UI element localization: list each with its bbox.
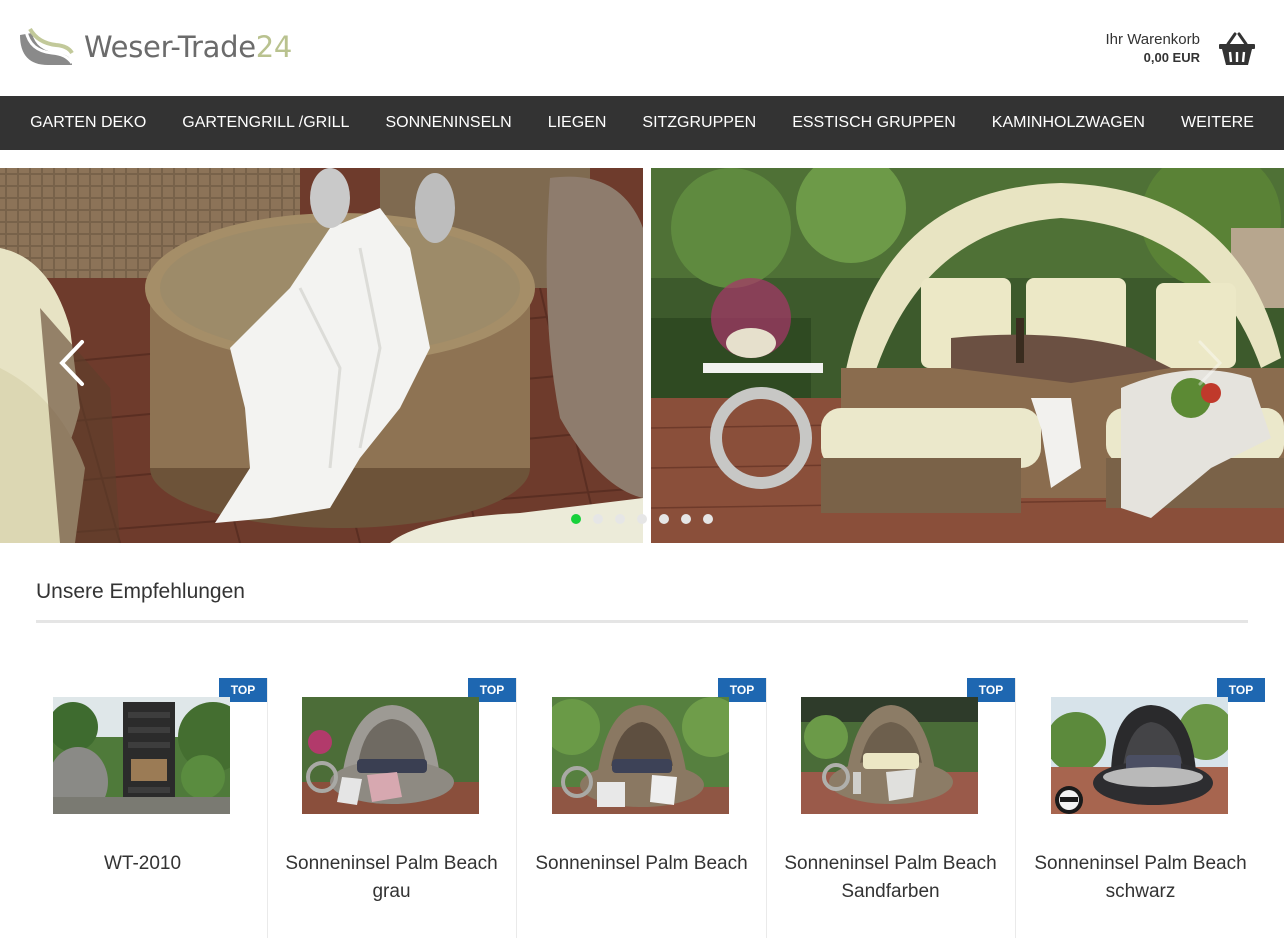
- chevron-left-icon[interactable]: [56, 338, 86, 388]
- logo[interactable]: Weser-Trade24: [18, 27, 292, 67]
- nav-item-liegen[interactable]: LIEGEN: [530, 96, 625, 150]
- slider-dot[interactable]: [571, 514, 581, 524]
- nav-item-garten-deko[interactable]: GARTEN DEKO: [12, 96, 164, 150]
- product-image[interactable]: [552, 697, 729, 814]
- nav-item-esstisch-gruppen[interactable]: ESSTISCH GRUPPEN: [774, 96, 974, 150]
- slider-dot[interactable]: [659, 514, 669, 524]
- product-image[interactable]: [53, 697, 230, 814]
- product-image[interactable]: [1051, 697, 1228, 814]
- slider-dot[interactable]: [637, 514, 647, 524]
- nav-item-gartengrill[interactable]: GARTENGRILL /GRILL: [164, 96, 367, 150]
- basket-icon[interactable]: [1218, 32, 1256, 66]
- product-card[interactable]: TOP Sonneninsel Palm Beach Sandfarben: [766, 678, 1016, 938]
- product-image[interactable]: [801, 697, 978, 814]
- slide-image-sunisland: [651, 168, 1284, 543]
- logo-mark-icon: [20, 27, 74, 65]
- cart-text: Ihr Warenkorb 0,00 EUR: [1106, 30, 1200, 67]
- slider-dot[interactable]: [681, 514, 691, 524]
- slider-dot[interactable]: [593, 514, 603, 524]
- nav-item-weitere[interactable]: WEITERE: [1163, 96, 1272, 150]
- cart-label: Ihr Warenkorb: [1105, 31, 1200, 48]
- product-name[interactable]: Sonneninsel Palm Beach Sandfarben: [766, 850, 1015, 906]
- product-card[interactable]: TOP WT-2010: [18, 678, 268, 938]
- product-name[interactable]: Sonneninsel Palm Beach schwarz: [1016, 850, 1265, 906]
- nav-item-sitzgruppen[interactable]: SITZGRUPPEN: [624, 96, 774, 150]
- header: Weser-Trade24 Ihr Warenkorb 0,00 EUR: [0, 0, 1284, 96]
- main-nav: GARTEN DEKO GARTENGRILL /GRILL SONNENINS…: [0, 96, 1284, 150]
- nav-item-kaminholzwagen[interactable]: KAMINHOLZWAGEN: [974, 96, 1163, 150]
- slide-image-table: [0, 168, 643, 543]
- product-name[interactable]: Sonneninsel Palm Beach grau: [267, 850, 516, 906]
- product-name[interactable]: Sonneninsel Palm Beach: [517, 850, 766, 878]
- cart-amount: 0,00 EUR: [1143, 50, 1200, 65]
- cart[interactable]: Ihr Warenkorb 0,00 EUR: [1106, 30, 1256, 67]
- section-divider: [36, 620, 1248, 623]
- product-card[interactable]: TOP Sonneninsel Palm Beach grau: [267, 678, 517, 938]
- product-card[interactable]: TOP Sonneninsel Palm Beach: [517, 678, 767, 938]
- slider-dots: [571, 514, 725, 524]
- nav-item-sonneninseln[interactable]: SONNENINSELN: [367, 96, 529, 150]
- slider-dot[interactable]: [703, 514, 713, 524]
- product-card[interactable]: TOP Sonneninsel Palm Beach schwarz: [1016, 678, 1265, 938]
- chevron-right-icon[interactable]: [1196, 338, 1226, 388]
- section-title: Unsere Empfehlungen: [36, 580, 245, 603]
- product-image[interactable]: [302, 697, 479, 814]
- slider-dot[interactable]: [615, 514, 625, 524]
- product-name[interactable]: WT-2010: [18, 850, 267, 878]
- hero-slider[interactable]: [0, 168, 1284, 543]
- logo-text: Weser-Trade24: [84, 30, 293, 64]
